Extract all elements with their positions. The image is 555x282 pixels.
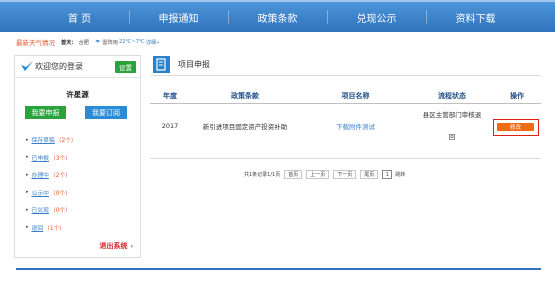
- rain-icon: ☂: [94, 38, 101, 46]
- page-info: 共1条记录1/1页: [244, 172, 281, 178]
- link-processing[interactable]: ▸ 办理中 （2个）: [26, 166, 136, 184]
- nav-home[interactable]: 首 页: [30, 2, 129, 32]
- status-links: ▸ 保存草稿 （2个） ▸ 已申报 （3个） ▸ 办理中 （2个） ▸ 公示中 …: [26, 131, 136, 236]
- welcome-title: 欢迎您的登录: [35, 62, 83, 71]
- triangle-icon: ▸: [26, 224, 29, 231]
- logout-link[interactable]: 退出系统 ›: [100, 241, 133, 251]
- subscribe-button[interactable]: 我要订阅: [85, 106, 127, 119]
- weather-bar: 最新天气情况 首天： 合肥 ☂ 雷阵雨 22℃~7℃ 详细»: [16, 36, 159, 48]
- link-label: 退回: [31, 225, 44, 232]
- cell-status: 县区主管部门审核退 回: [411, 104, 493, 148]
- edit-highlight: 修改: [493, 119, 539, 136]
- nav-declare-notice[interactable]: 申报通知: [129, 2, 228, 32]
- link-label: 办理中: [31, 173, 49, 180]
- cell-year: 2017: [161, 122, 179, 130]
- link-count: （0个）: [49, 190, 72, 197]
- nav-downloads[interactable]: 资料下载: [426, 2, 525, 32]
- next-page-button[interactable]: 下一页: [333, 170, 357, 179]
- triangle-icon: ▸: [26, 136, 29, 143]
- prev-page-button[interactable]: 上一页: [306, 170, 330, 179]
- check-logo-icon: [21, 61, 33, 71]
- logout-label: 退出系统: [99, 242, 128, 250]
- row-divider: [150, 158, 541, 159]
- declare-button[interactable]: 我要申报: [25, 106, 66, 119]
- nav-policy[interactable]: 政策条款: [228, 2, 327, 32]
- top-nav: 首 页 申报通知 政策条款 兑现公示 资料下载: [0, 0, 555, 32]
- link-returned[interactable]: ▸ 退回 （1个）: [26, 219, 136, 237]
- triangle-icon: ▸: [26, 154, 29, 161]
- col-year-header: 年度: [163, 92, 177, 100]
- document-edit-icon: [153, 56, 170, 73]
- project-link[interactable]: 下载附件测试: [300, 104, 411, 148]
- triangle-icon: ▸: [26, 189, 29, 196]
- top-nav-items: 首 页 申报通知 政策条款 兑现公示 资料下载: [30, 2, 525, 32]
- link-label: 保存草稿: [31, 138, 55, 145]
- username: 许星源: [66, 90, 89, 99]
- table-header: 年度 政策条款 项目名称 流程状态 操作: [150, 90, 541, 102]
- link-label: 公示中: [31, 190, 49, 197]
- triangle-icon: ▸: [26, 171, 29, 178]
- col-project-header: 项目名称: [341, 92, 370, 100]
- table-row: 2017 新引进项目固定资产投资补助 下载附件测试 县区主管部门审核退 回: [150, 104, 541, 148]
- link-drafts[interactable]: ▸ 保存草稿 （2个）: [26, 131, 136, 149]
- triangle-icon: ▸: [26, 206, 29, 213]
- link-publicity[interactable]: ▸ 公示中 （0个）: [26, 184, 136, 202]
- link-label: 已兑现: [31, 208, 49, 215]
- project-table: 年度 政策条款 项目名称 流程状态 操作: [150, 90, 541, 102]
- edit-button[interactable]: 修改: [497, 123, 534, 131]
- link-count: （1个）: [44, 225, 66, 232]
- link-count: （2个）: [55, 138, 77, 145]
- pagination: 共1条记录1/1页 首页 上一页 下一页 尾页 1 跳转: [244, 170, 405, 179]
- link-submitted[interactable]: ▸ 已申报 （3个）: [26, 149, 136, 167]
- cell-policy: 新引进项目固定资产投资补助: [202, 123, 288, 131]
- nav-publicity[interactable]: 兑现公示: [327, 2, 426, 32]
- col-action-header: 操作: [510, 92, 524, 100]
- weather-label: 首天：: [61, 39, 77, 46]
- link-cashed[interactable]: ▸ 已兑现 （0个）: [26, 201, 136, 219]
- link-count: （3个）: [49, 155, 72, 162]
- user-panel: 欢迎您的登录 设置 许星源 我要申报 我要订阅 ▸ 保存草稿 （2个） ▸ 已申…: [14, 55, 141, 258]
- user-panel-header: 欢迎您的登录 设置: [15, 56, 140, 78]
- settings-button[interactable]: 设置: [115, 61, 136, 73]
- col-policy-header: 政策条款: [231, 92, 259, 100]
- footer-divider: [16, 268, 541, 270]
- weather-alert: 最新天气情况: [16, 39, 55, 47]
- go-button[interactable]: 跳转: [395, 171, 405, 178]
- page-number-input[interactable]: 1: [382, 170, 393, 179]
- status-line-1: 县区主管部门审核退: [422, 111, 482, 119]
- link-count: （0个）: [49, 208, 72, 215]
- chevron-right-icon: ›: [130, 242, 133, 250]
- col-status-header: 流程状态: [438, 92, 466, 100]
- link-label: 已申报: [31, 155, 49, 162]
- main-title: 项目申报: [178, 60, 210, 69]
- status-line-2: 回: [448, 133, 456, 141]
- main-header: 项目申报: [150, 55, 541, 76]
- first-page-button[interactable]: 首页: [284, 170, 303, 179]
- weather-detail-link[interactable]: 详细»: [146, 39, 160, 46]
- last-page-button[interactable]: 尾页: [360, 170, 379, 179]
- weather-temp: 22℃~7℃: [118, 39, 145, 45]
- weather-city: 合肥: [78, 39, 89, 46]
- link-count: （2个）: [49, 173, 72, 180]
- weather-desc: 雷阵雨: [102, 39, 118, 46]
